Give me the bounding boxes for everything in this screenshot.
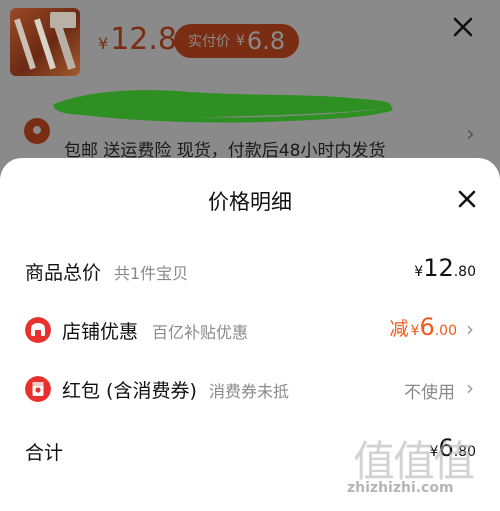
red-packet-icon [25, 376, 51, 402]
grand-total-label: 合计 [25, 442, 64, 464]
close-icon[interactable] [452, 16, 474, 38]
red-packet-row[interactable]: 红包 (含消费券) 消费券未抵 不使用 › [0, 372, 500, 412]
goods-total-amount: ¥12.80 [414, 254, 476, 282]
goods-total-label: 商品总价 [25, 262, 102, 284]
redacted-address-scribble [53, 90, 393, 123]
product-thumbnail [10, 8, 80, 76]
actual-pay-badge: 实付价 ¥ 6.8 [174, 24, 300, 58]
shop-discount-type: 百亿补贴优惠 [152, 323, 249, 342]
sheet-title: 价格明细 [208, 190, 292, 214]
close-icon[interactable] [457, 189, 477, 209]
location-pin-icon [24, 118, 50, 144]
watermark: 值值值 zhizhizhi.com [345, 428, 495, 508]
goods-count: 共1件宝贝 [114, 264, 189, 283]
chevron-right-icon[interactable]: › [466, 122, 475, 147]
chevron-right-icon: › [466, 376, 474, 400]
shop-discount-label: 店铺优惠 [62, 321, 139, 343]
product-price: ¥12.8 [98, 22, 177, 57]
shop-discount-row[interactable]: 店铺优惠 百亿补贴优惠 减 ¥6.00 › [0, 313, 500, 353]
red-packet-value: 不使用 [404, 383, 455, 403]
coupon-status: 消费券未抵 [209, 382, 290, 401]
shop-discount-amount: 减 ¥6.00 [389, 313, 457, 341]
goods-total-row: 商品总价 共1件宝贝 ¥12.80 [0, 254, 500, 294]
watermark-domain: zhizhizhi.com [347, 480, 454, 496]
chevron-right-icon: › [466, 317, 474, 341]
store-discount-icon [25, 317, 51, 343]
red-packet-label: 红包 (含消费券) [62, 380, 197, 402]
